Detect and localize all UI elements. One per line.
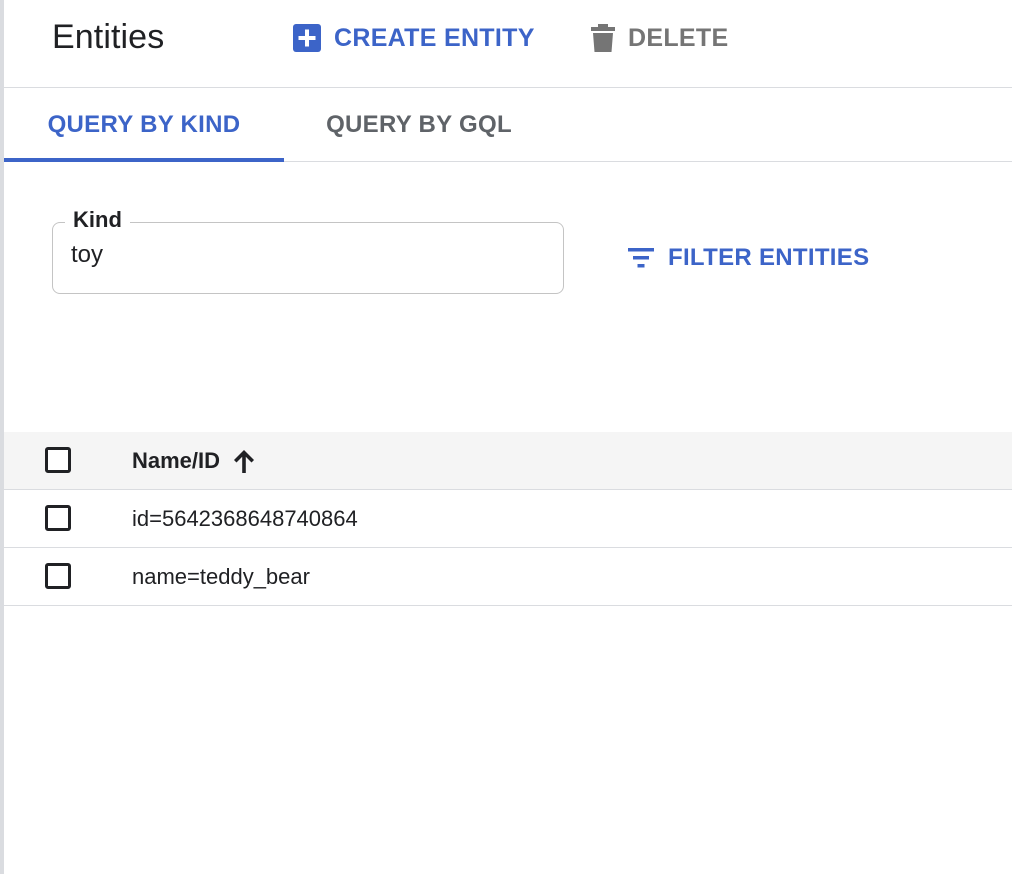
select-all-checkbox[interactable] <box>45 447 71 473</box>
page-title: Entities <box>52 18 165 56</box>
arrow-up-icon <box>232 448 256 474</box>
table-header-row: Name/ID <box>4 432 1012 490</box>
row-checkbox[interactable] <box>45 563 71 589</box>
column-header-label: Name/ID <box>132 447 221 473</box>
entity-name-id[interactable]: name=teddy_bear <box>132 548 310 605</box>
entities-table: Name/ID id=5642368648740864 name=teddy_b… <box>4 432 1012 606</box>
create-entity-label: CREATE ENTITY <box>334 23 535 52</box>
entity-name-id[interactable]: id=5642368648740864 <box>132 490 358 547</box>
kind-field: Kind <box>52 207 564 294</box>
delete-label: DELETE <box>628 23 729 52</box>
filter-entities-label: FILTER ENTITIES <box>668 244 870 271</box>
create-entity-button[interactable]: CREATE ENTITY <box>292 22 535 54</box>
query-tabs: QUERY BY KIND QUERY BY GQL <box>4 88 1012 162</box>
toolbar: Entities CREATE ENTITY DELETE <box>4 0 1012 88</box>
table-row[interactable]: id=5642368648740864 <box>4 490 1012 548</box>
tab-query-by-gql[interactable]: QUERY BY GQL <box>284 88 554 161</box>
trash-icon <box>591 24 615 52</box>
filter-entities-button[interactable]: FILTER ENTITIES <box>628 240 869 276</box>
kind-field-label: Kind <box>65 207 130 233</box>
add-box-icon <box>293 24 321 52</box>
row-checkbox[interactable] <box>45 505 71 531</box>
kind-input[interactable] <box>71 241 541 269</box>
table-row[interactable]: name=teddy_bear <box>4 548 1012 606</box>
column-header-name-id[interactable]: Name/ID <box>132 432 256 489</box>
filter-list-icon <box>628 248 654 268</box>
delete-button[interactable]: DELETE <box>590 22 728 54</box>
tab-query-by-kind[interactable]: QUERY BY KIND <box>4 88 284 162</box>
